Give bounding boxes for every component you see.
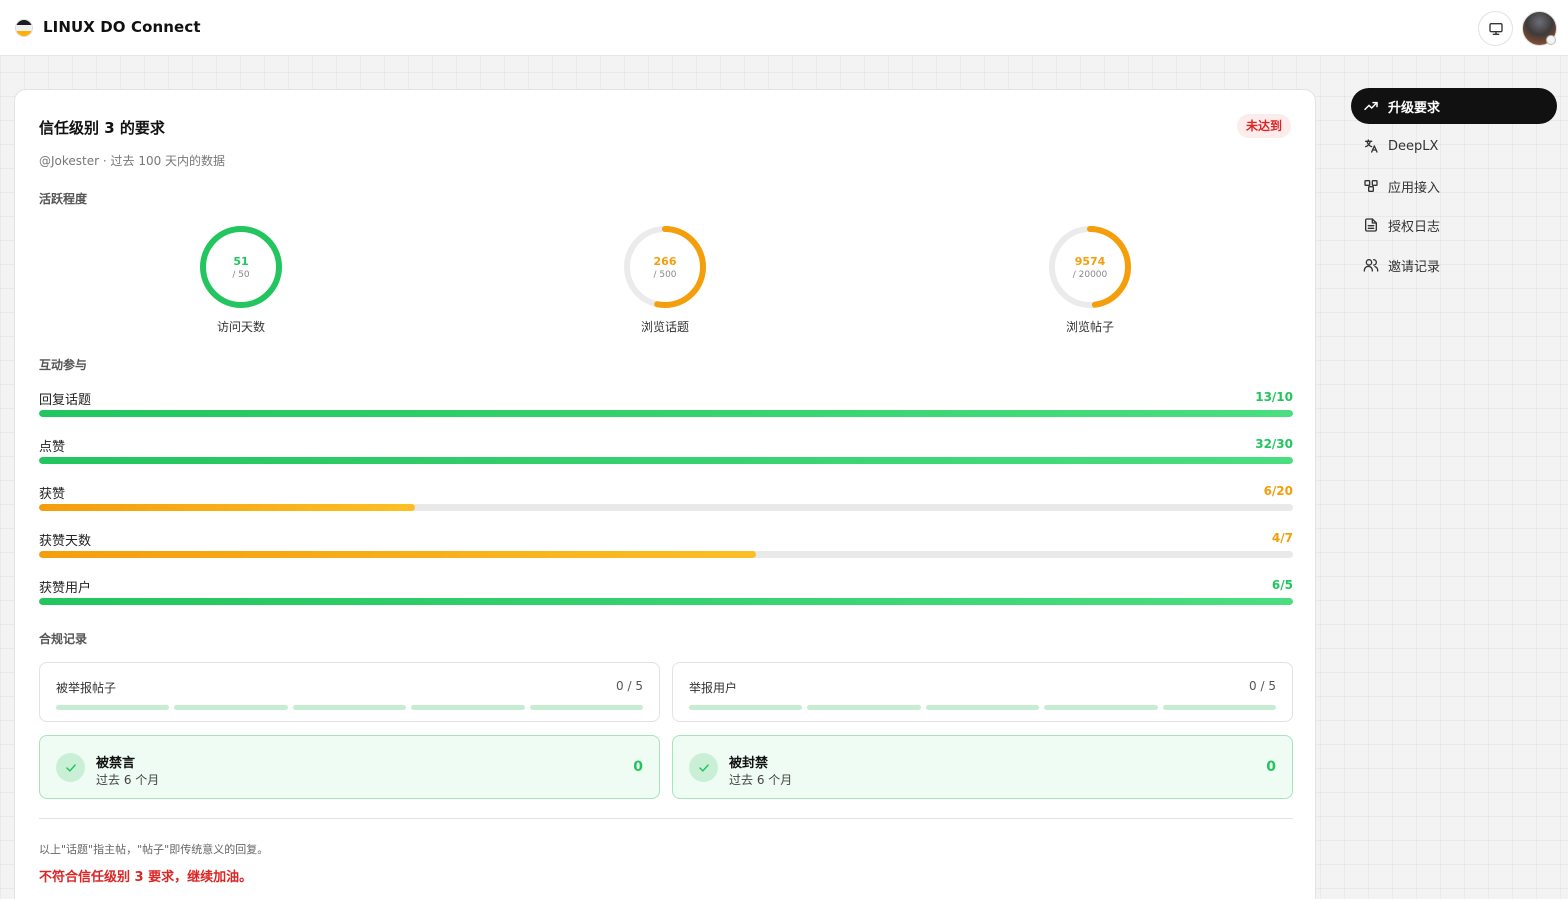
segment-meter	[689, 705, 1277, 710]
sidebar-item-label: 应用接入	[1388, 180, 1441, 196]
report-value: 0 / 5	[616, 679, 643, 693]
ring-chart: 9574 / 20000	[1049, 226, 1131, 308]
svg-text:51: 51	[233, 255, 248, 268]
silenced-box: 被禁言 过去 6 个月 0	[39, 735, 660, 799]
linuxdo-logo-icon[interactable]	[15, 19, 33, 37]
progress-track	[39, 410, 1293, 417]
sidebar-item-label: 授权日志	[1388, 219, 1441, 235]
requirement-status-text: 不符合信任级别 3 要求，继续加油。	[39, 870, 253, 885]
sidebar-item-auth-log[interactable]: 授权日志	[1351, 207, 1557, 243]
check-icon	[56, 753, 85, 782]
ban-subtitle: 过去 6 个月	[729, 773, 793, 787]
segment-meter	[56, 705, 644, 710]
status-badge: 未达到	[1237, 114, 1292, 138]
progress-value: 32/30	[1255, 437, 1293, 451]
progress-track	[39, 504, 1293, 511]
avatar-status-dot	[1546, 35, 1556, 45]
ring-browse-posts: 9574 / 20000 浏览帖子	[1030, 222, 1150, 335]
check-icon	[689, 753, 718, 782]
trust-level-card: 信任级别 3 的要求 未达到 @Jokester · 过去 100 天内的数据 …	[14, 89, 1316, 899]
ring-chart: 266 / 500	[624, 226, 706, 308]
sidebar-item-label: 邀请记录	[1388, 259, 1441, 275]
svg-text:9574: 9574	[1075, 255, 1106, 268]
ban-value: 0	[633, 759, 643, 775]
ban-title: 被封禁	[729, 756, 769, 771]
progress-fill	[39, 410, 1293, 417]
ring-label: 访问天数	[216, 320, 265, 334]
progress-label: 回复话题	[39, 393, 92, 408]
ring-label: 浏览帖子	[1065, 320, 1114, 334]
svg-text:/ 50: / 50	[232, 270, 250, 280]
progress-track	[39, 551, 1293, 558]
ban-title: 被禁言	[96, 756, 136, 771]
svg-text:266: 266	[654, 255, 677, 268]
progress-value: 4/7	[1271, 531, 1293, 545]
progress-value: 13/10	[1255, 390, 1293, 404]
progress-label: 获赞天数	[39, 534, 92, 549]
progress-value: 6/20	[1263, 484, 1293, 498]
sidebar-item-label: DeepLX	[1388, 138, 1439, 154]
document-icon	[1362, 216, 1380, 234]
progress-fill	[39, 598, 1293, 605]
progress-track	[39, 598, 1293, 605]
sidebar-item-apps[interactable]: 应用接入	[1351, 168, 1557, 204]
report-label: 举报用户	[689, 681, 738, 695]
top-bar: LINUX DO Connect	[0, 0, 1568, 56]
progress-label: 点赞	[39, 440, 66, 455]
trending-up-icon	[1362, 97, 1380, 115]
monitor-icon	[1488, 22, 1503, 35]
sidebar-item-deeplx[interactable]: DeepLX	[1351, 128, 1557, 164]
ban-subtitle: 过去 6 个月	[96, 773, 160, 787]
progress-value: 6/5	[1271, 578, 1293, 592]
ban-value: 0	[1266, 759, 1276, 775]
sidebar-item-upgrade[interactable]: 升级要求	[1351, 88, 1557, 124]
footnote: 以上"话题"指主帖，"帖子"即传统意义的回复。	[39, 843, 269, 856]
ring-label: 浏览话题	[640, 320, 689, 334]
section-compliance-label: 合规记录	[39, 632, 88, 646]
apps-icon	[1362, 177, 1380, 195]
app-title[interactable]: LINUX DO Connect	[43, 18, 201, 36]
ring-browse-topics: 266 / 500 浏览话题	[605, 222, 725, 335]
section-activity-label: 活跃程度	[39, 192, 88, 206]
users-icon	[1362, 256, 1380, 274]
card-subtitle: @Jokester · 过去 100 天内的数据	[39, 154, 226, 168]
translate-icon	[1362, 137, 1380, 155]
suspended-box: 被封禁 过去 6 个月 0	[672, 735, 1293, 799]
progress-fill	[39, 457, 1293, 464]
reported-users-box: 举报用户 0 / 5	[672, 662, 1293, 722]
progress-track	[39, 457, 1293, 464]
svg-text:/ 20000: / 20000	[1073, 270, 1108, 280]
ring-chart: 51 / 50	[200, 226, 282, 308]
progress-fill	[39, 504, 416, 511]
section-interaction-label: 互动参与	[39, 358, 88, 372]
progress-label: 获赞用户	[39, 581, 92, 596]
ring-visit-days: 51 / 50 访问天数	[181, 222, 301, 335]
sidebar-item-invites[interactable]: 邀请记录	[1351, 247, 1557, 283]
reported-posts-box: 被举报帖子 0 / 5	[39, 662, 660, 722]
theme-toggle-button[interactable]	[1478, 11, 1513, 46]
svg-text:/ 500: / 500	[653, 270, 676, 280]
progress-label: 获赞	[39, 487, 66, 502]
sidebar-item-label: 升级要求	[1388, 100, 1441, 116]
card-title: 信任级别 3 的要求	[39, 119, 165, 137]
progress-fill	[39, 551, 756, 558]
divider	[39, 818, 1293, 819]
report-value: 0 / 5	[1249, 679, 1276, 693]
report-label: 被举报帖子	[56, 681, 117, 695]
